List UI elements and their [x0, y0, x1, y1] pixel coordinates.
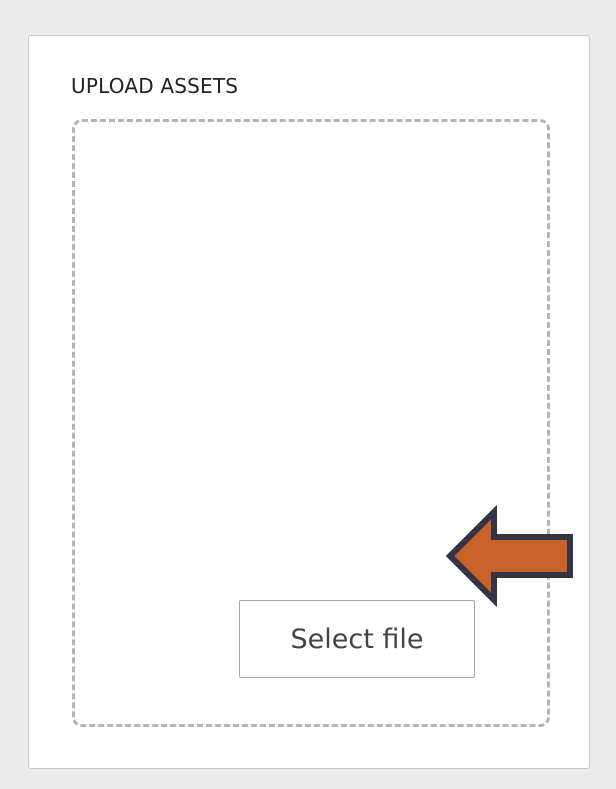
left-arrow-icon: [445, 505, 573, 607]
upload-assets-panel: UPLOAD ASSETS Select file: [28, 35, 590, 769]
select-file-button[interactable]: Select file: [239, 600, 475, 678]
panel-title: UPLOAD ASSETS: [71, 74, 239, 98]
file-drop-zone[interactable]: Select file: [72, 119, 550, 727]
